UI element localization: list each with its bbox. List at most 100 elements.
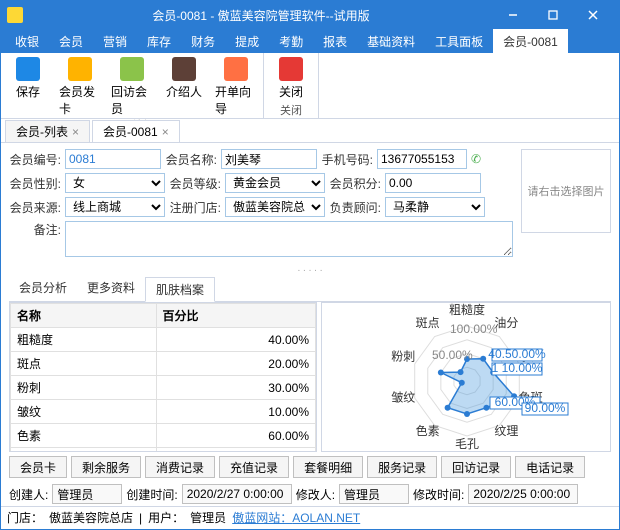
menubar: 收银会员营销库存财务提成考勤报表基础资料工具面板会员-0081 [1,29,619,53]
photo-placeholder[interactable]: 请右击选择图片 [521,149,611,233]
member-form: 会员编号: 会员名称: 手机号码: ✆ 会员性别: 女 会员等级: 黄金会员 会… [1,143,619,263]
table-row[interactable]: 皱纹10.00% [11,400,316,424]
menu-item[interactable]: 营销 [93,29,137,53]
inner-tab[interactable]: 更多资料 [77,276,145,301]
create-time-field: 2020/2/27 0:00:00 [182,484,292,504]
document-tabs: 会员-列表×会员-0081× [1,119,619,143]
inner-tab[interactable]: 肌肤档案 [145,277,215,302]
svg-text:粉刺: 粉刺 [391,349,415,363]
ribbon-label: 介绍人 [166,83,202,100]
ribbon-button[interactable]: 开单向导 [215,57,257,117]
label: 会员积分: [329,175,381,192]
modifier-field: 管理员 [339,484,409,504]
table-row[interactable]: 粉刺30.00% [11,376,316,400]
label: 会员编号: [9,151,61,168]
menu-item[interactable]: 会员-0081 [493,29,568,53]
ribbon-label: 会员发卡 [59,83,101,117]
member-id-input[interactable] [65,149,161,169]
menu-item[interactable]: 会员 [49,29,93,53]
window-title: 会员-0081 - 傲蓝美容院管理软件--试用版 [29,7,493,24]
ribbon-icon [68,57,92,81]
table-row[interactable]: 毛孔60.00% [11,448,316,453]
record-button[interactable]: 剩余服务 [71,456,141,478]
radar-chart: 粗糙度油分水分色斑纹理毛孔色素皱纹粉刺斑点40.50.00%1 10.00%60… [321,302,611,452]
label: 创建人: [9,486,48,503]
ribbon-icon [120,57,144,81]
col-header[interactable]: 百分比 [156,304,315,328]
menu-item[interactable]: 库存 [137,29,181,53]
close-icon[interactable]: × [72,125,79,139]
grade-select[interactable]: 黄金会员 [225,173,325,193]
menu-item[interactable]: 基础资料 [357,29,425,53]
ribbon-icon [224,57,248,81]
titlebar: 会员-0081 - 傲蓝美容院管理软件--试用版 [1,1,619,29]
ribbon-button[interactable]: 介绍人 [163,57,205,100]
maximize-button[interactable] [533,1,573,29]
svg-text:90.00%: 90.00% [525,401,566,415]
svg-text:斑点: 斑点 [416,316,440,330]
doc-tab[interactable]: 会员-列表× [5,120,90,142]
label: 会员来源: [9,199,61,216]
minimize-button[interactable] [493,1,533,29]
menu-item[interactable]: 财务 [181,29,225,53]
phone-input[interactable] [377,149,467,169]
sex-select[interactable]: 女 [65,173,165,193]
close-icon[interactable]: × [162,125,169,139]
record-button[interactable]: 消费记录 [145,456,215,478]
website-link[interactable]: 傲蓝网站：AOLAN.NET [232,509,360,526]
label: 备注: [9,221,61,238]
menu-item[interactable]: 收银 [5,29,49,53]
ribbon-icon [279,57,303,81]
svg-text:1 10.00%: 1 10.00% [492,361,543,375]
source-select[interactable]: 线上商城 [65,197,165,217]
record-button[interactable]: 充值记录 [219,456,289,478]
menu-item[interactable]: 报表 [313,29,357,53]
inner-tab[interactable]: 会员分析 [9,276,77,301]
svg-text:50.00%: 50.00% [432,348,473,362]
audit-row: 创建人: 管理员 创建时间: 2020/2/27 0:00:00 修改人: 管理… [1,482,619,506]
ribbon-group-label: 关闭 [270,102,312,118]
close-button[interactable] [573,1,613,29]
status-shop: 傲蓝美容院总店 [49,509,133,526]
ribbon-label: 开单向导 [215,83,257,117]
table-row[interactable]: 粗糙度40.00% [11,328,316,352]
points-input[interactable] [385,173,481,193]
record-button[interactable]: 电话记录 [515,456,585,478]
table-row[interactable]: 斑点20.00% [11,352,316,376]
statusbar: 门店： 傲蓝美容院总店 | 用户： 管理员 傲蓝网站：AOLAN.NET [1,506,619,528]
creator-field: 管理员 [52,484,122,504]
member-name-input[interactable] [221,149,317,169]
phone-icon[interactable]: ✆ [471,152,481,166]
ribbon-icon [16,57,40,81]
modify-time-field: 2020/2/25 0:00:00 [468,484,578,504]
svg-text:皱纹: 皱纹 [391,390,415,405]
menu-item[interactable]: 考勤 [269,29,313,53]
shop-select[interactable]: 傲蓝美容院总店 [225,197,325,217]
ribbon-label: 关闭 [279,83,303,100]
ribbon: 保存会员发卡回访会员介绍人开单向导 记录编辑 关闭 关闭 [1,53,619,119]
manager-select[interactable]: 马柔静 [385,197,485,217]
skin-data-grid[interactable]: 名称百分比粗糙度40.00%斑点20.00%粉刺30.00%皱纹10.00%色素… [9,302,317,452]
ribbon-button[interactable]: 会员发卡 [59,57,101,117]
table-row[interactable]: 色素60.00% [11,424,316,448]
remark-input[interactable] [65,221,513,257]
ribbon-button[interactable]: 关闭 [270,57,312,100]
record-button[interactable]: 套餐明细 [293,456,363,478]
label: 会员名称: [165,151,217,168]
record-button[interactable]: 会员卡 [9,456,67,478]
ribbon-button[interactable]: 保存 [7,57,49,100]
label: 手机号码: [321,151,373,168]
menu-item[interactable]: 工具面板 [425,29,493,53]
record-button[interactable]: 回访记录 [441,456,511,478]
col-header[interactable]: 名称 [11,304,157,328]
label: 会员性别: [9,175,61,192]
ribbon-button[interactable]: 回访会员 [111,57,153,117]
menu-item[interactable]: 提成 [225,29,269,53]
label: 用户： [148,509,184,526]
doc-tab[interactable]: 会员-0081× [92,120,180,142]
label: 负责顾问: [329,199,381,216]
record-buttons: 会员卡剩余服务消费记录充值记录套餐明细服务记录回访记录电话记录 [1,452,619,482]
label: 修改时间: [413,486,464,503]
record-button[interactable]: 服务记录 [367,456,437,478]
ribbon-label: 回访会员 [111,83,153,117]
